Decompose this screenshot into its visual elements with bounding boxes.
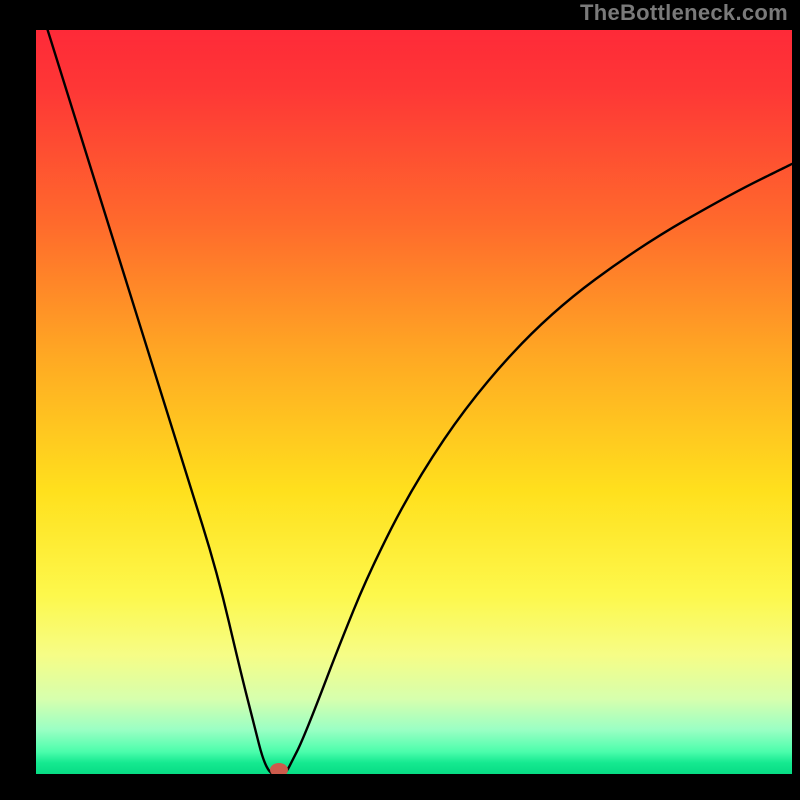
watermark-text: TheBottleneck.com: [580, 0, 788, 26]
optimum-marker: [270, 763, 288, 774]
bottleneck-curve: [36, 30, 792, 774]
chart-frame: TheBottleneck.com: [0, 0, 800, 800]
plot-area: [36, 30, 792, 774]
